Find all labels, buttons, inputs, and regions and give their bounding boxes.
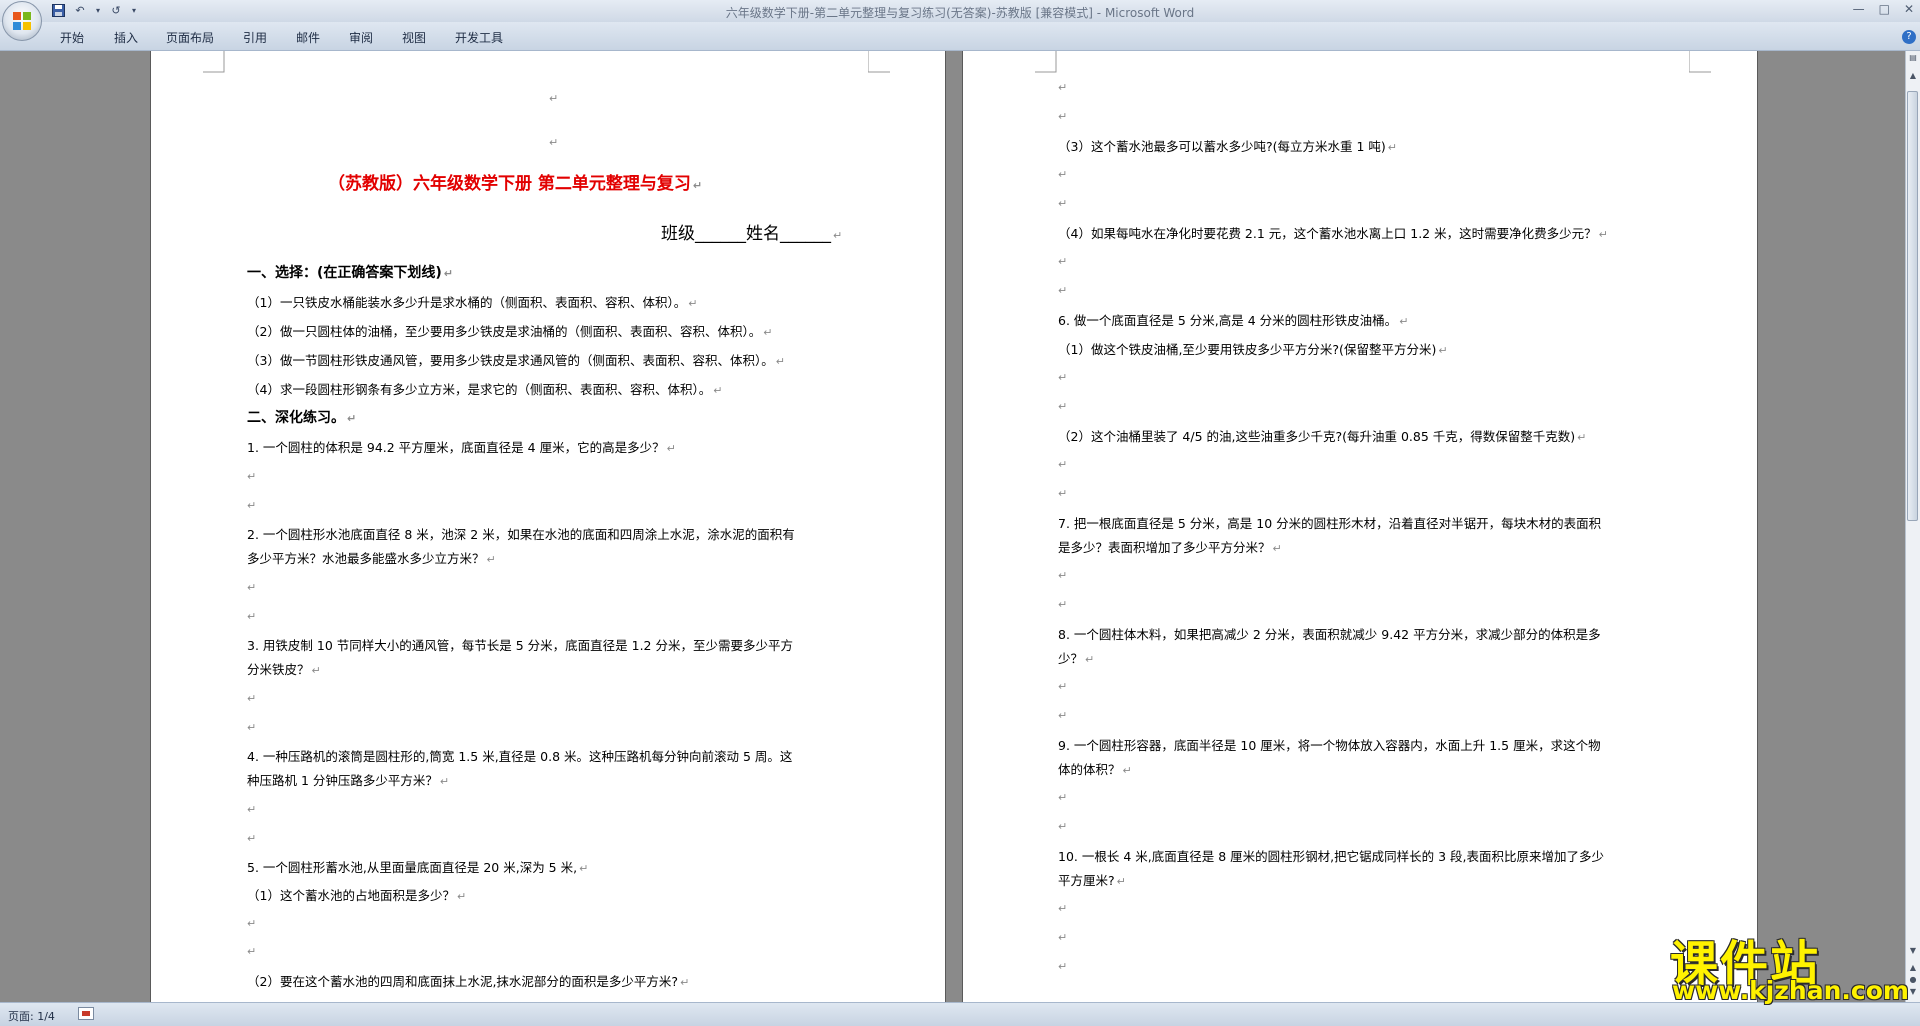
question-1: 1. 一个圆柱的体积是 94.2 平方厘米，底面直径是 4 厘米，它的高是多少？	[247, 440, 676, 457]
crop-mark	[1035, 51, 1057, 73]
site-watermark-url: www.kjzhan.com	[1672, 976, 1909, 1005]
choice-item: （3）做一节圆柱形铁皮通风管，要用多少铁皮是求通风管的（侧面积、表面积、容积、体…	[247, 353, 785, 370]
paragraph-mark: ↵	[1058, 598, 1068, 611]
question-8-continued: 少？	[1058, 651, 1094, 668]
paragraph-mark: ↵	[1058, 371, 1068, 384]
scroll-up-icon[interactable]: ▲	[1908, 71, 1918, 80]
paragraph-mark: ↵	[1058, 487, 1068, 500]
paragraph-mark: ↵	[1058, 680, 1068, 693]
paragraph-mark: ↵	[247, 692, 257, 705]
tab-mailings[interactable]: 邮件	[296, 29, 320, 46]
paragraph-mark: ↵	[1058, 110, 1068, 123]
section-heading-choice: 一、选择：(在正确答案下划线)	[247, 265, 453, 282]
document-page-1[interactable]: ↵ ↵ （苏教版）六年级数学下册 第二单元整理与复习 班级______姓名___…	[151, 51, 945, 1002]
paragraph-mark: ↵	[247, 803, 257, 816]
document-title: （苏教版）六年级数学下册 第二单元整理与复习	[328, 176, 702, 194]
paragraph-mark: ↵	[247, 470, 257, 483]
question-9-continued: 体的体积？	[1058, 762, 1132, 779]
question-4-continued: 种压路机 1 分钟压路多少平方米？	[247, 773, 449, 790]
choice-item: （4）求一段圆柱形钢条有多少立方米，是求它的（侧面积、表面积、容积、体积）。	[247, 382, 722, 399]
paragraph-mark: ↵	[549, 136, 559, 149]
vertical-scrollbar[interactable]: ▤ ▲ ▼ ▲ ● ▼	[1905, 51, 1920, 1002]
scroll-down-icon[interactable]: ▼	[1908, 946, 1918, 955]
question-6: 6. 做一个底面直径是 5 分米,高是 4 分米的圆柱形铁皮油桶。	[1058, 313, 1408, 330]
macro-recording-icon[interactable]	[78, 1007, 94, 1020]
title-bar: ↶ ▾ ↺ ▾ 六年级数学下册-第二单元整理与复习练习(无答案)-苏教版 [兼容…	[0, 0, 1920, 22]
paragraph-mark: ↵	[247, 610, 257, 623]
question-3-continued: 分米铁皮？	[247, 662, 321, 679]
choice-item: （2）做一只圆柱体的油桶，至少要用多少铁皮是求油桶的（侧面积、表面积、容积、体积…	[247, 324, 772, 341]
paragraph-mark: ↵	[1058, 255, 1068, 268]
tab-references[interactable]: 引用	[243, 29, 267, 46]
question-7-continued: 是多少？表面积增加了多少平方分米？	[1058, 540, 1282, 557]
tab-developer[interactable]: 开发工具	[455, 29, 503, 46]
paragraph-mark: ↵	[1058, 400, 1068, 413]
status-bar: 页面: 1/4	[0, 1002, 1920, 1026]
help-icon[interactable]: ?	[1902, 30, 1916, 44]
scrollbar-thumb[interactable]	[1907, 91, 1918, 521]
question-5-part-4: （4）如果每吨水在净化时要花费 2.1 元，这个蓄水池水离上口 1.2 米，这时…	[1058, 226, 1608, 243]
paragraph-mark: ↵	[1058, 197, 1068, 210]
crop-mark	[203, 51, 225, 73]
close-icon[interactable]: ✕	[1904, 2, 1914, 16]
office-button[interactable]	[2, 1, 42, 41]
paragraph-mark: ↵	[247, 832, 257, 845]
paragraph-mark: ↵	[549, 92, 559, 105]
question-7: 7. 把一根底面直径是 5 分米，高是 10 分米的圆柱形木材，沿着直径对半锯开…	[1058, 516, 1602, 531]
paragraph-mark: ↵	[247, 945, 257, 958]
paragraph-mark: ↵	[1058, 284, 1068, 297]
class-name-line: 班级______姓名______	[661, 226, 842, 244]
tab-insert[interactable]: 插入	[114, 29, 138, 46]
paragraph-mark: ↵	[1058, 458, 1068, 471]
paragraph-mark: ↵	[1058, 791, 1068, 804]
office-logo-icon	[13, 12, 31, 30]
previous-page-icon[interactable]: ▲	[1908, 963, 1918, 972]
next-page-icon[interactable]: ▼	[1908, 987, 1918, 996]
paragraph-mark: ↵	[1058, 820, 1068, 833]
tab-view[interactable]: 视图	[402, 29, 426, 46]
paragraph-mark: ↵	[1058, 931, 1068, 944]
question-5-part-1: （1）这个蓄水池的占地面积是多少？	[247, 888, 466, 905]
question-8: 8. 一个圆柱体木料，如果把高减少 2 分米，表面积就减少 9.42 平方分米，…	[1058, 627, 1601, 642]
ribbon-tabs: 开始 插入 页面布局 引用 邮件 审阅 视图 开发工具	[0, 22, 1920, 51]
question-2-continued: 多少平方米？水池最多能盛水多少立方米？	[247, 551, 496, 568]
question-9: 9. 一个圆柱形容器，底面半径是 10 厘米，将一个物体放入容器内，水面上升 1…	[1058, 738, 1601, 753]
crop-mark	[868, 51, 890, 73]
paragraph-mark: ↵	[247, 581, 257, 594]
question-4: 4. 一种压路机的滚筒是圆柱形的,筒宽 1.5 米,直径是 0.8 米。这种压路…	[247, 749, 793, 764]
question-5-part-2: （2）要在这个蓄水池的四周和底面抹上水泥,抹水泥部分的面积是多少平方米?	[247, 974, 689, 991]
tab-home[interactable]: 开始	[60, 29, 84, 46]
question-5: 5. 一个圆柱形蓄水池,从里面量底面直径是 20 米,深为 5 米,	[247, 860, 588, 877]
window-controls: — □ ✕	[1853, 2, 1914, 16]
paragraph-mark: ↵	[247, 917, 257, 930]
question-10: 10. 一根长 4 米,底面直径是 8 厘米的圆柱形钢材,把它锯成同样长的 3 …	[1058, 849, 1604, 864]
choice-item: （1）一只铁皮水桶能装水多少升是求水桶的（侧面积、表面积、容积、体积）。	[247, 295, 697, 312]
question-6-part-1: （1）做这个铁皮油桶,至少要用铁皮多少平方分米?(保留整平方分米)	[1058, 342, 1448, 359]
document-page-2[interactable]: ↵ ↵ （3）这个蓄水池最多可以蓄水多少吨?(每立方米水重 1 吨) ↵ ↵ （…	[963, 51, 1757, 1002]
paragraph-mark: ↵	[247, 499, 257, 512]
question-5-part-3: （3）这个蓄水池最多可以蓄水多少吨?(每立方米水重 1 吨)	[1058, 139, 1397, 156]
paragraph-mark: ↵	[1058, 168, 1068, 181]
question-2: 2. 一个圆柱形水池底面直径 8 米，池深 2 米，如果在水池的底面和四周涂上水…	[247, 527, 795, 542]
tab-review[interactable]: 审阅	[349, 29, 373, 46]
crop-mark	[1689, 51, 1711, 73]
view-ruler-icon[interactable]: ▤	[1908, 53, 1918, 62]
page-counter[interactable]: 页面: 1/4	[8, 1008, 55, 1024]
paragraph-mark: ↵	[1058, 709, 1068, 722]
question-3: 3. 用铁皮制 10 节同样大小的通风管，每节长是 5 分米，底面直径是 1.2…	[247, 638, 793, 653]
paragraph-mark: ↵	[1058, 960, 1068, 973]
maximize-icon[interactable]: □	[1879, 2, 1890, 16]
tab-page-layout[interactable]: 页面布局	[166, 29, 214, 46]
window-title: 六年级数学下册-第二单元整理与复习练习(无答案)-苏教版 [兼容模式] - Mi…	[725, 6, 1195, 20]
paragraph-mark: ↵	[247, 721, 257, 734]
browse-object-icon[interactable]: ●	[1908, 975, 1918, 984]
section-heading-practice: 二、深化练习。	[247, 410, 356, 427]
paragraph-mark: ↵	[1058, 902, 1068, 915]
paragraph-mark: ↵	[1058, 569, 1068, 582]
paragraph-mark: ↵	[1058, 81, 1068, 94]
question-6-part-2: （2）这个油桶里装了 4/5 的油,这些油重多少千克?(每升油重 0.85 千克…	[1058, 429, 1586, 446]
question-10-continued: 平方厘米?	[1058, 873, 1126, 890]
minimize-icon[interactable]: —	[1853, 2, 1865, 16]
